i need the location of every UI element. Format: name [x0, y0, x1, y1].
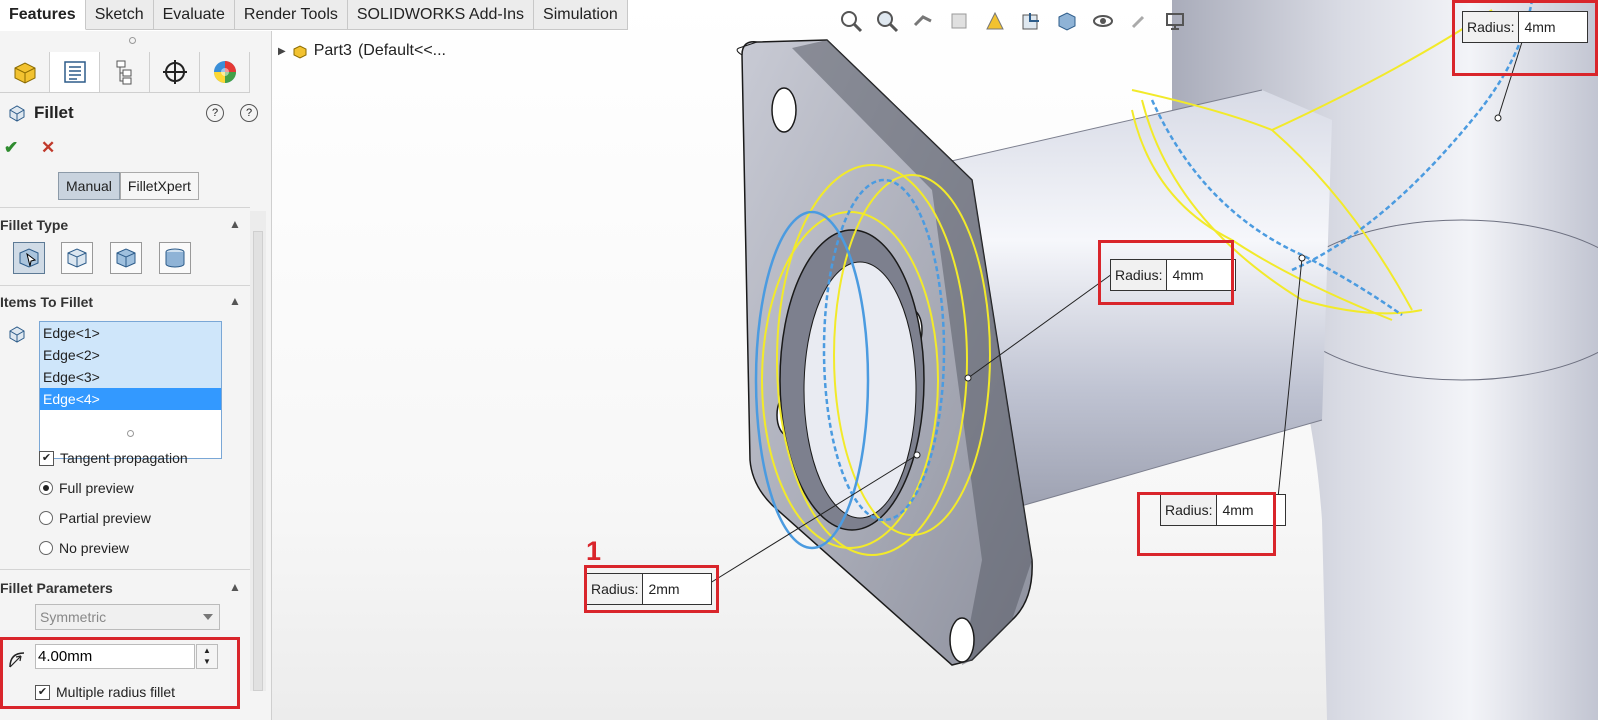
featuremanager-icon[interactable]: [0, 52, 50, 92]
whats-wrong-icon[interactable]: ?: [206, 104, 224, 122]
dynamic-annotation-icon[interactable]: [980, 6, 1010, 36]
list-resize-grip[interactable]: [127, 430, 134, 437]
dimxpert-icon[interactable]: [150, 52, 200, 92]
expand-arrow-icon[interactable]: ▶: [278, 46, 286, 57]
callout-value[interactable]: 2mm: [643, 574, 711, 604]
part-icon: [293, 45, 307, 59]
radio-icon[interactable]: [39, 511, 53, 525]
chevron-down-icon: [203, 614, 213, 620]
tab-render-tools[interactable]: Render Tools: [234, 0, 348, 30]
graphics-area[interactable]: ▶ Part3 (Default<<... Radius: 2mm Radius…: [272, 0, 1598, 720]
manager-tabs: [0, 52, 250, 93]
zoom-to-area-icon[interactable]: [872, 6, 902, 36]
list-item-selected[interactable]: Edge<4>: [40, 388, 221, 410]
callout-value[interactable]: 4mm: [1167, 260, 1235, 290]
radio-selected-icon[interactable]: [39, 481, 53, 495]
propertymanager-icon[interactable]: [50, 52, 100, 92]
list-item[interactable]: Edge<2>: [40, 344, 221, 366]
collapse-chevron-icon[interactable]: ▲: [229, 294, 241, 308]
part-name[interactable]: Part3: [314, 42, 352, 60]
pm-title-text: Fillet: [34, 103, 74, 122]
variable-size-fillet-icon[interactable]: [61, 242, 93, 274]
radius-callout-4mm[interactable]: Radius: 4mm: [1462, 11, 1589, 43]
callout-label: Radius:: [587, 574, 644, 604]
heads-up-view-toolbar: [836, 6, 1190, 36]
radius-callout-2mm[interactable]: Radius: 2mm: [586, 573, 713, 605]
zoom-to-fit-icon[interactable]: [836, 6, 866, 36]
fillet-method-select[interactable]: Symmetric: [35, 604, 220, 630]
fillet-parameters-heading: Fillet Parameters: [0, 580, 113, 596]
callout-value[interactable]: 4mm: [1217, 495, 1285, 525]
items-to-fillet-heading: Items To Fillet: [0, 294, 94, 310]
pm-title: Fillet: [8, 103, 74, 123]
multiple-radius-option[interactable]: ✔ Multiple radius fillet: [35, 684, 175, 700]
callout-value[interactable]: 4mm: [1519, 12, 1587, 42]
divider: [0, 285, 250, 286]
partial-preview-option[interactable]: Partial preview: [39, 510, 151, 526]
fillet-icon: [9, 105, 25, 122]
cancel-x-icon[interactable]: ✕: [41, 138, 55, 158]
property-manager-panel: Fillet ? ? ✔ ✕ Manual FilletXpert Fillet…: [0, 31, 272, 720]
mode-toggle: Manual FilletXpert: [58, 172, 199, 200]
section-view-icon[interactable]: [944, 6, 974, 36]
tab-solidworks-addins[interactable]: SOLIDWORKS Add-Ins: [347, 0, 535, 30]
face-fillet-icon[interactable]: [110, 242, 142, 274]
edit-appearance-icon[interactable]: [1124, 6, 1154, 36]
full-preview-option[interactable]: Full preview: [39, 480, 134, 496]
option-label: Multiple radius fillet: [56, 684, 176, 700]
tab-evaluate[interactable]: Evaluate: [153, 0, 235, 30]
collapse-chevron-icon[interactable]: ▲: [229, 217, 241, 231]
view-settings-icon[interactable]: [1160, 6, 1190, 36]
panel-grip[interactable]: [129, 37, 136, 44]
view-orientation-icon[interactable]: [1016, 6, 1046, 36]
divider: [0, 569, 250, 570]
manual-tab[interactable]: Manual: [58, 172, 120, 200]
fillet-type-heading: Fillet Type: [0, 217, 69, 233]
display-manager-icon[interactable]: [200, 52, 250, 92]
checkbox-checked-icon[interactable]: ✔: [35, 684, 50, 700]
no-preview-option[interactable]: No preview: [39, 540, 129, 556]
tab-features[interactable]: Features: [0, 0, 86, 30]
checkbox-checked-icon[interactable]: ✔: [39, 450, 54, 466]
step-marker: 1: [586, 536, 602, 566]
option-label: Tangent propagation: [60, 450, 188, 466]
option-label: No preview: [59, 540, 130, 556]
configuration-name: (Default<<...: [357, 42, 446, 59]
list-item[interactable]: Edge<3>: [40, 366, 221, 388]
hide-show-items-icon[interactable]: [1088, 6, 1118, 36]
configurationmanager-icon[interactable]: [100, 52, 150, 92]
tab-sketch[interactable]: Sketch: [85, 0, 154, 30]
collapse-chevron-icon[interactable]: ▲: [229, 580, 241, 594]
feature-tree-flyout[interactable]: ▶ Part3 (Default<<...: [278, 42, 446, 60]
ok-check-icon[interactable]: ✔: [4, 138, 18, 158]
help-icon[interactable]: ?: [240, 104, 258, 122]
constant-size-fillet-icon[interactable]: [13, 242, 45, 274]
option-label: Full preview: [59, 480, 134, 496]
callout-label: Radius:: [1161, 495, 1218, 525]
option-label: Partial preview: [59, 510, 151, 526]
list-item[interactable]: Edge<1>: [40, 322, 221, 344]
panel-scrollbar[interactable]: [250, 211, 266, 691]
part-model: [701, 0, 1598, 720]
scrollbar-thumb[interactable]: [253, 231, 263, 691]
radio-icon[interactable]: [39, 541, 53, 555]
callout-label: Radius:: [1111, 260, 1168, 290]
radius-spinner[interactable]: ▲ ▼: [196, 644, 218, 669]
radius-input[interactable]: [35, 644, 195, 669]
filletxpert-tab[interactable]: FilletXpert: [119, 172, 199, 200]
tab-simulation[interactable]: Simulation: [534, 0, 628, 30]
edge-selection-icon: [9, 326, 25, 343]
divider: [0, 207, 250, 208]
command-manager-tabs: Features Sketch Evaluate Render Tools SO…: [0, 0, 628, 31]
display-style-icon[interactable]: [1052, 6, 1082, 36]
select-value: Symmetric: [40, 609, 107, 625]
full-round-fillet-icon[interactable]: [159, 242, 191, 274]
edges-list[interactable]: Edge<1> Edge<2> Edge<3> Edge<4>: [39, 321, 222, 459]
radius-icon: [9, 652, 25, 668]
previous-view-icon[interactable]: [908, 6, 938, 36]
tangent-propagation-option[interactable]: ✔ Tangent propagation: [39, 450, 188, 466]
radius-callout-4mm[interactable]: Radius: 4mm: [1110, 259, 1237, 291]
callout-label: Radius:: [1463, 12, 1520, 42]
radius-callout-4mm[interactable]: Radius: 4mm: [1160, 494, 1287, 526]
